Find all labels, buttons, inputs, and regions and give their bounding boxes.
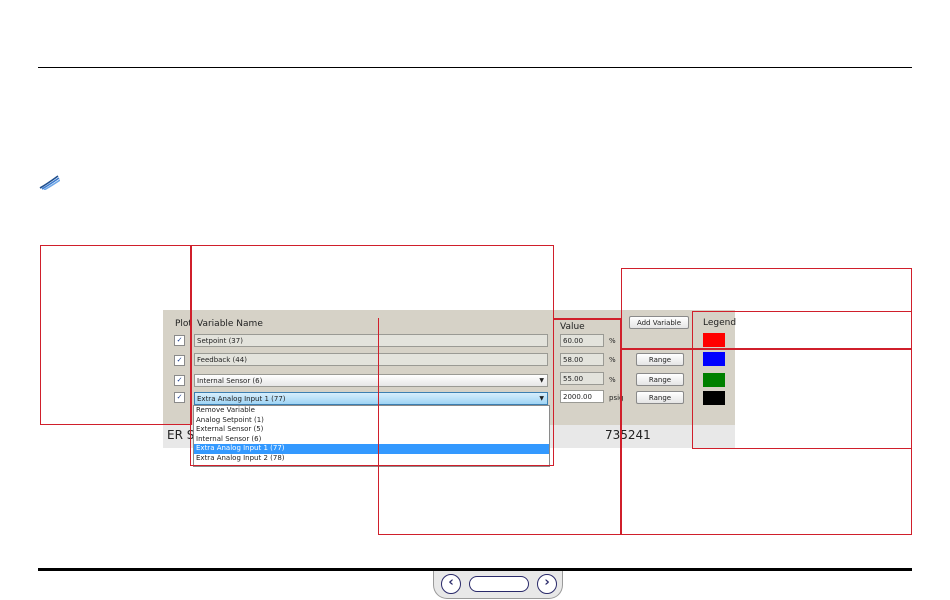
previous-page-icon[interactable]: ‹: [441, 574, 461, 594]
company-logo-icon: [39, 175, 60, 190]
next-page-icon[interactable]: ›: [537, 574, 557, 594]
callout-box-legend: [692, 311, 912, 449]
callout-box-value-top: [554, 318, 621, 320]
callout-box-plot: [40, 245, 192, 425]
page-navigation: ‹ ›: [433, 571, 563, 599]
page-indicator[interactable]: [469, 576, 529, 592]
top-divider: [38, 67, 912, 68]
callout-box-value: [378, 318, 621, 535]
